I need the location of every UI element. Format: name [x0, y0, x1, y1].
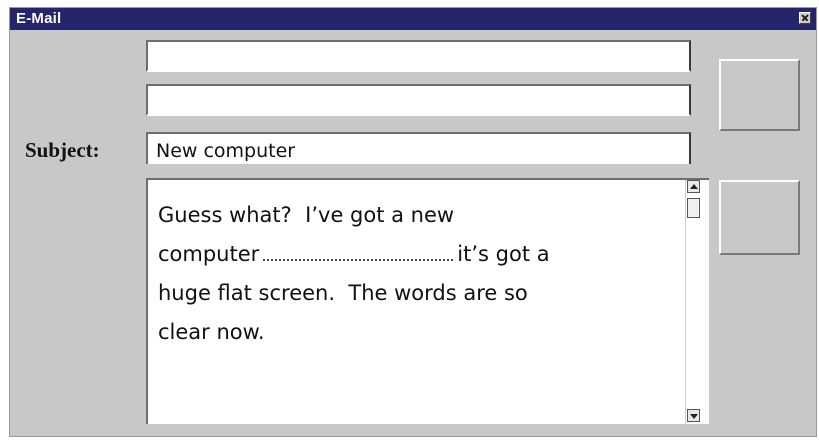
vertical-scrollbar[interactable] — [685, 180, 702, 424]
blank-dotted-line — [263, 245, 454, 261]
scroll-down-arrow-icon[interactable] — [687, 409, 700, 422]
body-line-1: Guess what? I’ve got a new — [158, 203, 455, 227]
window-title: E-Mail — [16, 10, 62, 27]
message-body[interactable]: Guess what? I’ve got a new computer it’s … — [146, 178, 709, 424]
close-icon[interactable] — [799, 12, 811, 24]
body-line-4: clear now. — [158, 320, 265, 344]
scroll-thumb[interactable] — [687, 198, 700, 218]
scroll-up-arrow-icon[interactable] — [687, 180, 700, 193]
subject-label: Subject: — [25, 138, 100, 162]
body-line-2-end: it’s got a — [457, 242, 550, 266]
title-bar: E-Mail — [10, 8, 816, 30]
to-field[interactable] — [146, 40, 691, 72]
body-line-3: huge flat screen. The words are so — [158, 281, 528, 305]
body-line-2-start: computer — [158, 242, 260, 266]
subject-field[interactable]: New computer — [146, 132, 691, 164]
cc-field[interactable] — [146, 84, 691, 116]
message-text: Guess what? I’ve got a new computer it’s … — [158, 196, 678, 352]
side-button-2[interactable] — [719, 180, 800, 255]
side-button-1[interactable] — [719, 59, 800, 131]
